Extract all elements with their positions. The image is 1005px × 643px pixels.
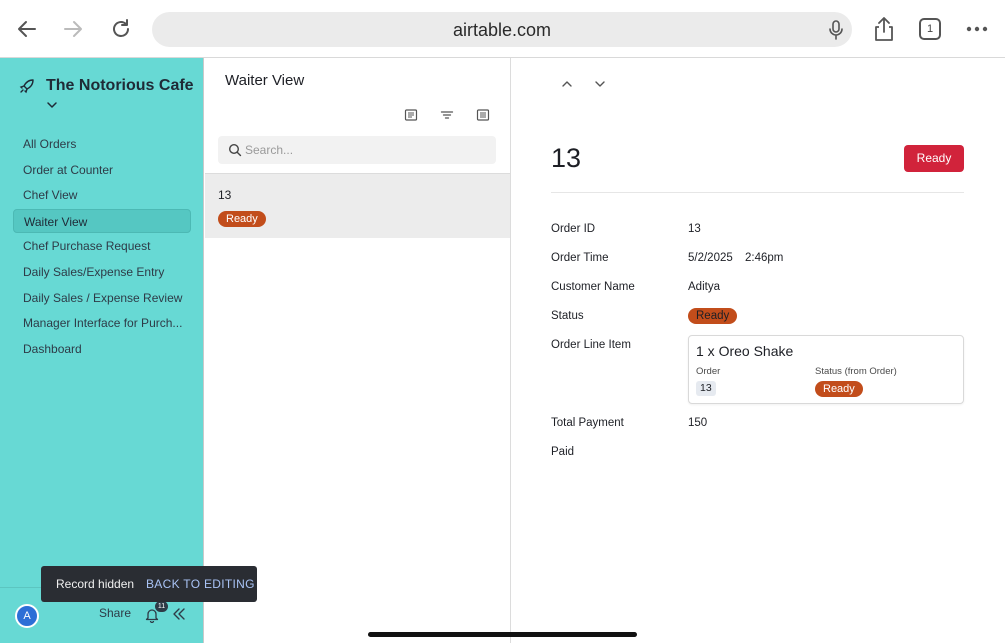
- record-heading: 13: [551, 143, 582, 173]
- layout-icon[interactable]: [404, 108, 418, 122]
- linked-record-title: 1 x Oreo Shake: [696, 343, 794, 359]
- interface-page-list: All Orders Order at Counter Chef View Wa…: [13, 132, 191, 362]
- reload-icon: [113, 19, 129, 37]
- rocket-icon: [19, 79, 34, 94]
- address-bar[interactable]: airtable.com: [152, 12, 852, 47]
- forward-arrow-icon: [64, 21, 82, 37]
- sidebar-item-order-at-counter[interactable]: Order at Counter: [13, 158, 191, 182]
- toast: Record hidden BACK TO EDITING: [41, 566, 257, 602]
- previous-record-icon[interactable]: [561, 78, 573, 90]
- url-text: airtable.com: [452, 20, 552, 40]
- search-placeholder: Search...: [245, 143, 294, 157]
- sidebar-item-waiter-view[interactable]: Waiter View: [13, 208, 191, 233]
- search-input[interactable]: Search...: [218, 136, 496, 164]
- avatar[interactable]: A: [15, 604, 39, 628]
- record-list-panel: Waiter View Search... 13 Ready: [205, 58, 511, 643]
- tabs-button[interactable]: 1: [919, 18, 941, 40]
- customer-name-value: Aditya: [688, 281, 720, 293]
- sidebar-item-manager-interface[interactable]: Manager Interface for Purch...: [13, 311, 191, 335]
- sidebar-item-all-orders[interactable]: All Orders: [13, 132, 191, 156]
- linked-status-badge: Ready: [815, 381, 863, 397]
- base-name[interactable]: The Notorious Cafe: [46, 77, 194, 95]
- page-title: Waiter View: [225, 72, 305, 89]
- record-detail-panel: 13 Ready Order ID 13 Order Time 5/2/2025…: [511, 58, 1005, 643]
- order-line-item-label: Order Line Item: [551, 339, 631, 351]
- chevron-down-icon[interactable]: [46, 100, 58, 110]
- order-time-label: Order Time: [551, 252, 609, 264]
- sidebar-item-daily-sales-expense-review[interactable]: Daily Sales / Expense Review: [13, 286, 191, 310]
- sort-options-icon[interactable]: [476, 108, 490, 122]
- customer-name-label: Customer Name: [551, 281, 635, 293]
- linked-record-card[interactable]: 1 x Oreo Shake Order Status (from Order)…: [688, 335, 964, 404]
- status-badge: Ready: [688, 308, 738, 324]
- home-indicator: [368, 632, 637, 637]
- status-label: Status: [551, 310, 584, 322]
- browser-toolbar: airtable.com 1: [0, 0, 1005, 58]
- share-sheet-icon[interactable]: [873, 16, 895, 42]
- list-item[interactable]: 13 Ready: [205, 173, 510, 238]
- forward-button[interactable]: [58, 14, 88, 44]
- sidebar: The Notorious Cafe All Orders Order at C…: [0, 58, 204, 643]
- order-time-date: 5/2/2025: [688, 252, 733, 264]
- order-time-time: 2:46pm: [745, 252, 784, 264]
- sidebar-item-dashboard[interactable]: Dashboard: [13, 337, 191, 361]
- filter-icon[interactable]: [440, 108, 454, 122]
- ready-status-button[interactable]: Ready: [904, 145, 964, 172]
- total-payment-label: Total Payment: [551, 417, 624, 429]
- sidebar-item-chef-purchase-request[interactable]: Chef Purchase Request: [13, 234, 191, 258]
- collapse-sidebar-icon[interactable]: [172, 607, 186, 621]
- linked-order-label: Order: [696, 366, 721, 377]
- order-id-value: 13: [688, 223, 701, 235]
- linked-status-label: Status (from Order): [815, 366, 897, 377]
- back-button[interactable]: [12, 14, 42, 44]
- more-options-icon[interactable]: [966, 26, 988, 32]
- linked-order-chip: 13: [696, 381, 716, 396]
- order-id-label: Order ID: [551, 223, 596, 235]
- total-payment-value: 150: [688, 417, 708, 429]
- sidebar-item-daily-sales-expense-entry[interactable]: Daily Sales/Expense Entry: [13, 260, 191, 284]
- share-button[interactable]: Share: [99, 606, 131, 620]
- record-title: 13: [218, 188, 232, 202]
- divider: [551, 192, 964, 193]
- search-icon: [228, 143, 242, 157]
- back-arrow-icon: [18, 21, 36, 37]
- paid-label: Paid: [551, 446, 575, 458]
- microphone-icon[interactable]: [828, 19, 844, 41]
- notification-count-badge: 11: [155, 601, 168, 612]
- back-to-editing-button[interactable]: BACK TO EDITING: [146, 577, 255, 591]
- status-badge: Ready: [218, 211, 266, 227]
- next-record-icon[interactable]: [594, 78, 606, 90]
- toast-message: Record hidden: [56, 577, 135, 591]
- sidebar-item-chef-view[interactable]: Chef View: [13, 183, 191, 207]
- reload-button[interactable]: [106, 14, 136, 44]
